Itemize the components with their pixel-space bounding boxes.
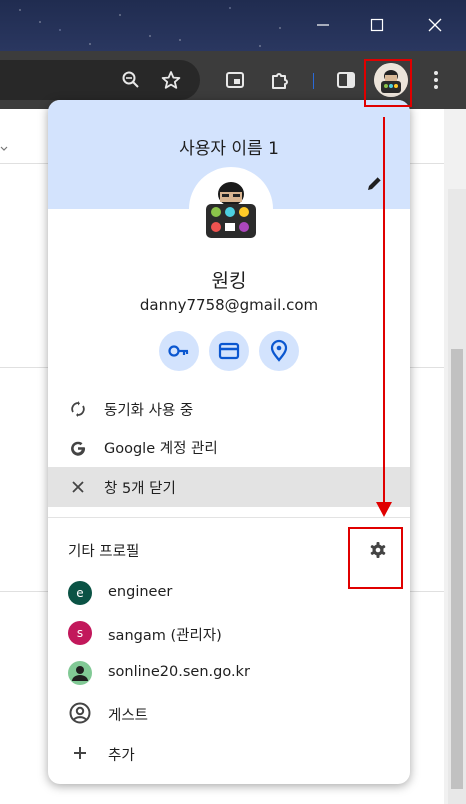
close-icon (68, 477, 88, 497)
annotation-box-avatar (364, 59, 412, 107)
add-profile-item[interactable]: 추가 (48, 733, 410, 773)
credit-card-icon (218, 342, 240, 360)
guest-profile-item[interactable]: 게스트 (48, 693, 410, 733)
profile-item-sangam[interactable]: s sangam (관리자) (48, 613, 410, 653)
profile-avatar (194, 172, 268, 246)
manage-google-account-item[interactable]: Google 계정 관리 (48, 427, 410, 467)
close-window-icon (428, 18, 442, 32)
bookmark-star-button[interactable] (157, 66, 185, 94)
zoom-icon (122, 71, 139, 88)
profile-label: sonline20.sen.go.kr (108, 664, 250, 680)
avatar-icon (194, 172, 268, 246)
zoom-button[interactable] (117, 66, 145, 94)
add-profile-label: 추가 (108, 748, 135, 764)
close-windows-item[interactable]: 창 5개 닫기 (48, 467, 410, 507)
google-g-icon (68, 437, 88, 457)
maximize-icon (370, 18, 384, 32)
close-windows-label: 창 5개 닫기 (104, 480, 176, 497)
profile-initial-avatar: e (68, 581, 92, 605)
maximize-button[interactable] (362, 10, 392, 40)
puzzle-icon (272, 73, 288, 89)
profile-title: 사용자 이름 1 (179, 139, 279, 159)
chevron-down-icon (0, 146, 8, 151)
sync-icon (68, 399, 88, 419)
profile-item-sonline[interactable]: sonline20.sen.go.kr (48, 653, 410, 693)
manage-google-account-label: Google 계정 관리 (104, 440, 218, 457)
page-scrollbar[interactable] (448, 189, 466, 804)
profile-initial-avatar: s (68, 621, 92, 645)
star-icon (161, 71, 181, 89)
annotation-arrow-line (383, 117, 385, 510)
annotation-box-gear (348, 527, 403, 589)
payment-methods-button[interactable] (209, 331, 249, 371)
profile-email: danny7758@gmail.com (139, 296, 319, 314)
passwords-button[interactable] (159, 331, 199, 371)
person-avatar-icon (68, 661, 92, 685)
annotation-arrow-head (376, 502, 392, 517)
section-divider (48, 517, 410, 518)
sync-status-item[interactable]: 동기화 사용 중 (48, 389, 410, 429)
side-panel-icon (337, 72, 355, 88)
guest-icon (68, 701, 92, 725)
toolbar-separator (313, 73, 314, 89)
key-icon (168, 345, 189, 357)
profile-label: sangam (관리자) (108, 628, 222, 644)
guest-label: 게스트 (108, 708, 149, 724)
profile-menu-panel: 사용자 이름 1 원킹 danny7758@gmail.com 동기화 사용 중… (48, 100, 410, 784)
side-panel-button[interactable] (332, 66, 360, 94)
other-profiles-title: 기타 프로필 (68, 544, 140, 560)
addresses-button[interactable] (259, 331, 299, 371)
location-pin-icon (270, 339, 288, 362)
chrome-menu-button[interactable] (422, 66, 450, 94)
more-vertical-icon (434, 71, 438, 89)
minimize-button[interactable] (308, 10, 338, 40)
picture-in-picture-button[interactable] (221, 66, 249, 94)
plus-icon (68, 741, 92, 765)
window-titlebar (0, 0, 466, 51)
pip-icon (226, 72, 244, 88)
extensions-button[interactable] (266, 66, 294, 94)
profile-label: engineer (108, 584, 173, 600)
scrollbar-thumb[interactable] (451, 349, 463, 789)
profile-name: 원킹 (211, 270, 247, 292)
sync-status-label: 동기화 사용 중 (104, 402, 194, 419)
minimize-icon (317, 24, 329, 26)
close-window-button[interactable] (420, 10, 450, 40)
